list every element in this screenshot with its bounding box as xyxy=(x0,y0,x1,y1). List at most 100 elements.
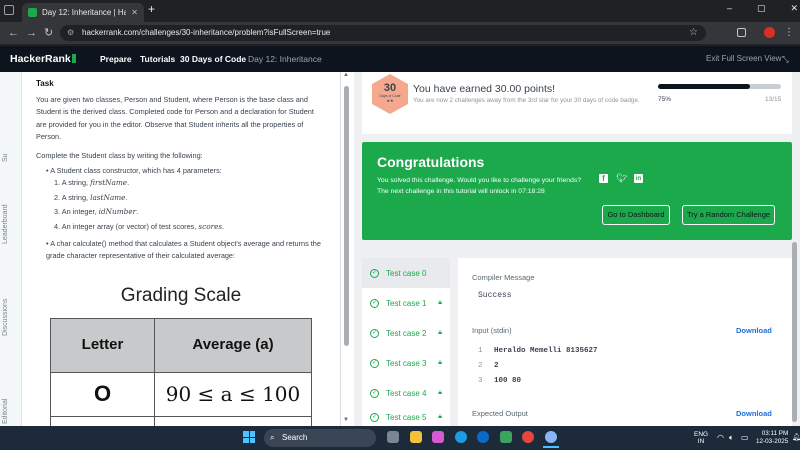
nav-30-days-of-code[interactable]: 30 Days of Code xyxy=(180,46,246,72)
address-bar[interactable]: ⚙ hackerrank.com/challenges/30-inheritan… xyxy=(60,25,706,41)
linkedin-icon[interactable]: in xyxy=(634,174,643,183)
browser-menu-icon[interactable]: ⋮ xyxy=(784,22,794,44)
copilot-icon[interactable] xyxy=(432,431,444,443)
extensions-icon[interactable] xyxy=(737,28,746,37)
edge-icon[interactable] xyxy=(455,431,467,443)
test-case-label: Test case 3 xyxy=(386,358,427,368)
site-info-icon[interactable]: ⚙ xyxy=(67,25,74,41)
badge-stars: ★★ xyxy=(386,98,394,103)
check-icon: ✓ xyxy=(370,328,379,338)
check-icon: ✓ xyxy=(370,358,379,368)
rail-editorial[interactable]: Editorial xyxy=(2,399,9,424)
photos-icon[interactable] xyxy=(500,431,512,443)
browser-tab[interactable]: Day 12: Inheritance | HackerRa... ✕ xyxy=(22,3,144,22)
test-case-tab[interactable]: ✓ Test case 4 🔒︎ xyxy=(362,378,450,408)
test-case-tab[interactable]: ✓ Test case 3 🔒︎ xyxy=(362,348,450,378)
task-view-icon[interactable] xyxy=(387,431,399,443)
lock-icon: 🔒︎ xyxy=(438,299,442,306)
rail-leaderboard[interactable]: Leaderboard xyxy=(2,204,9,244)
system-tray: ENG IN ◠ 🔈︎ ▭ 03:11 PM 12-03-2025 🔔︎ xyxy=(690,426,800,450)
maximize-button[interactable]: ▢ xyxy=(757,3,766,14)
back-icon[interactable]: ← xyxy=(8,22,19,44)
test-case-list: ✓ Test case 0 ✓ Test case 1 🔒︎ ✓ Test case 2… xyxy=(362,258,450,426)
notification-icon[interactable]: 🔔︎ xyxy=(792,433,800,441)
close-window-button[interactable]: ✕ xyxy=(791,3,799,14)
windows-taskbar xyxy=(0,426,800,450)
bullet-constructor: • A Student class constructor, which has… xyxy=(46,165,222,175)
congrats-line-1: You solved this challenge. Would you lik… xyxy=(377,177,582,184)
compiler-message-value: Success xyxy=(478,291,512,300)
lock-icon: 🔒︎ xyxy=(438,329,442,336)
twitter-icon[interactable]: 🐦︎ xyxy=(616,173,627,184)
hackerrank-favicon-icon xyxy=(28,8,37,17)
task-instruction: Complete the Student class by writing th… xyxy=(36,150,203,160)
nav-tutorials[interactable]: Tutorials xyxy=(140,46,175,72)
exit-fullscreen-link[interactable]: Exit Full Screen View xyxy=(706,46,781,72)
test-case-tab[interactable]: ✓ Test case 1 🔒︎ xyxy=(362,288,450,318)
param-item: 3. An integer, idNumber. xyxy=(54,207,139,217)
test-case-label: Test case 0 xyxy=(386,268,427,278)
url-text: hackerrank.com/challenges/30-inheritance… xyxy=(82,28,331,37)
search-icon: ⌕ xyxy=(270,433,275,442)
lock-icon: 🔒︎ xyxy=(438,389,442,396)
badge-progress-fill xyxy=(658,84,751,89)
facebook-icon[interactable]: f xyxy=(599,174,608,183)
problem-scrollbar[interactable] xyxy=(344,86,349,346)
language-indicator[interactable]: ENG IN xyxy=(694,431,708,445)
taskbar-search[interactable]: ⌕ Search xyxy=(264,429,376,447)
new-tab-button[interactable]: + xyxy=(148,2,155,16)
file-explorer-icon[interactable] xyxy=(410,431,422,443)
chrome-icon[interactable] xyxy=(522,431,534,443)
bookmark-star-icon[interactable]: ☆ xyxy=(689,25,698,41)
clock[interactable]: 03:11 PM 12-03-2025 xyxy=(756,430,788,446)
test-case-tab[interactable]: ✓ Test case 2 🔒︎ xyxy=(362,318,450,348)
results-scrollbar[interactable] xyxy=(792,242,797,422)
table-cell: 90 ≤ a ≤ 100 xyxy=(154,371,312,417)
param-item: 4. An integer array (or vector) of test … xyxy=(54,221,225,231)
tab-actions-icon[interactable] xyxy=(4,5,14,15)
reload-icon[interactable]: ↻ xyxy=(44,22,53,44)
test-case-label: Test case 5 xyxy=(386,412,427,422)
congratulations-banner: Congratulations You solved this challeng… xyxy=(362,142,792,240)
input-line: 1 Heraldo Memelli 8135627 xyxy=(478,347,598,355)
test-case-tab[interactable]: ✓ Test case 5 🔒︎ xyxy=(362,408,450,426)
test-case-label: Test case 2 xyxy=(386,328,427,338)
table-header: Average (a) xyxy=(154,317,312,373)
scroll-up-icon[interactable]: ▲ xyxy=(343,72,349,78)
scroll-down-icon[interactable]: ▼ xyxy=(343,417,349,423)
table-header: Letter xyxy=(50,317,155,373)
try-random-challenge-button[interactable]: Try a Random Challenge xyxy=(682,205,775,225)
collapse-icon[interactable]: ⤡ xyxy=(782,46,789,72)
profile-avatar[interactable] xyxy=(764,27,775,38)
download-input-link[interactable]: Download xyxy=(736,326,772,335)
points-earned: You have earned 30.00 points! xyxy=(413,83,556,95)
forward-icon[interactable]: → xyxy=(26,22,37,44)
windows-start-icon[interactable] xyxy=(243,431,255,443)
test-case-tab[interactable]: ✓ Test case 0 xyxy=(362,258,450,288)
expected-output-label: Expected Output xyxy=(472,409,528,418)
search-label: Search xyxy=(282,433,308,442)
wifi-icon[interactable]: ◠ xyxy=(717,433,724,442)
go-to-dashboard-button[interactable]: Go to Dashboard xyxy=(602,205,670,225)
progress-count: 13/15 xyxy=(765,96,782,103)
progress-percent: 75% xyxy=(658,96,672,103)
table-cell: O xyxy=(50,371,155,417)
minimize-button[interactable]: – xyxy=(727,3,732,14)
tab-title: Day 12: Inheritance | HackerRa... xyxy=(42,8,127,17)
chrome-profile-icon[interactable] xyxy=(545,431,557,443)
tab-close-icon[interactable]: ✕ xyxy=(131,8,138,17)
cortana-icon[interactable] xyxy=(477,431,489,443)
active-app-indicator xyxy=(543,446,559,448)
rail-submissions[interactable]: Su xyxy=(2,153,9,162)
battery-icon[interactable]: ▭ xyxy=(741,433,749,442)
test-case-label: Test case 4 xyxy=(386,388,427,398)
grading-scale-title: Grading Scale xyxy=(120,284,242,306)
hackerrank-logo[interactable]: HackerRank xyxy=(10,46,76,72)
check-icon: ✓ xyxy=(370,268,379,278)
nav-prepare[interactable]: Prepare xyxy=(100,46,132,72)
badge-number: 30 xyxy=(383,82,397,94)
download-expected-link[interactable]: Download xyxy=(736,409,772,418)
rail-discussions[interactable]: Discussions xyxy=(2,299,9,336)
param-item: 1. A string, firstName. xyxy=(54,178,130,188)
volume-icon[interactable]: 🔈︎ xyxy=(729,433,734,443)
